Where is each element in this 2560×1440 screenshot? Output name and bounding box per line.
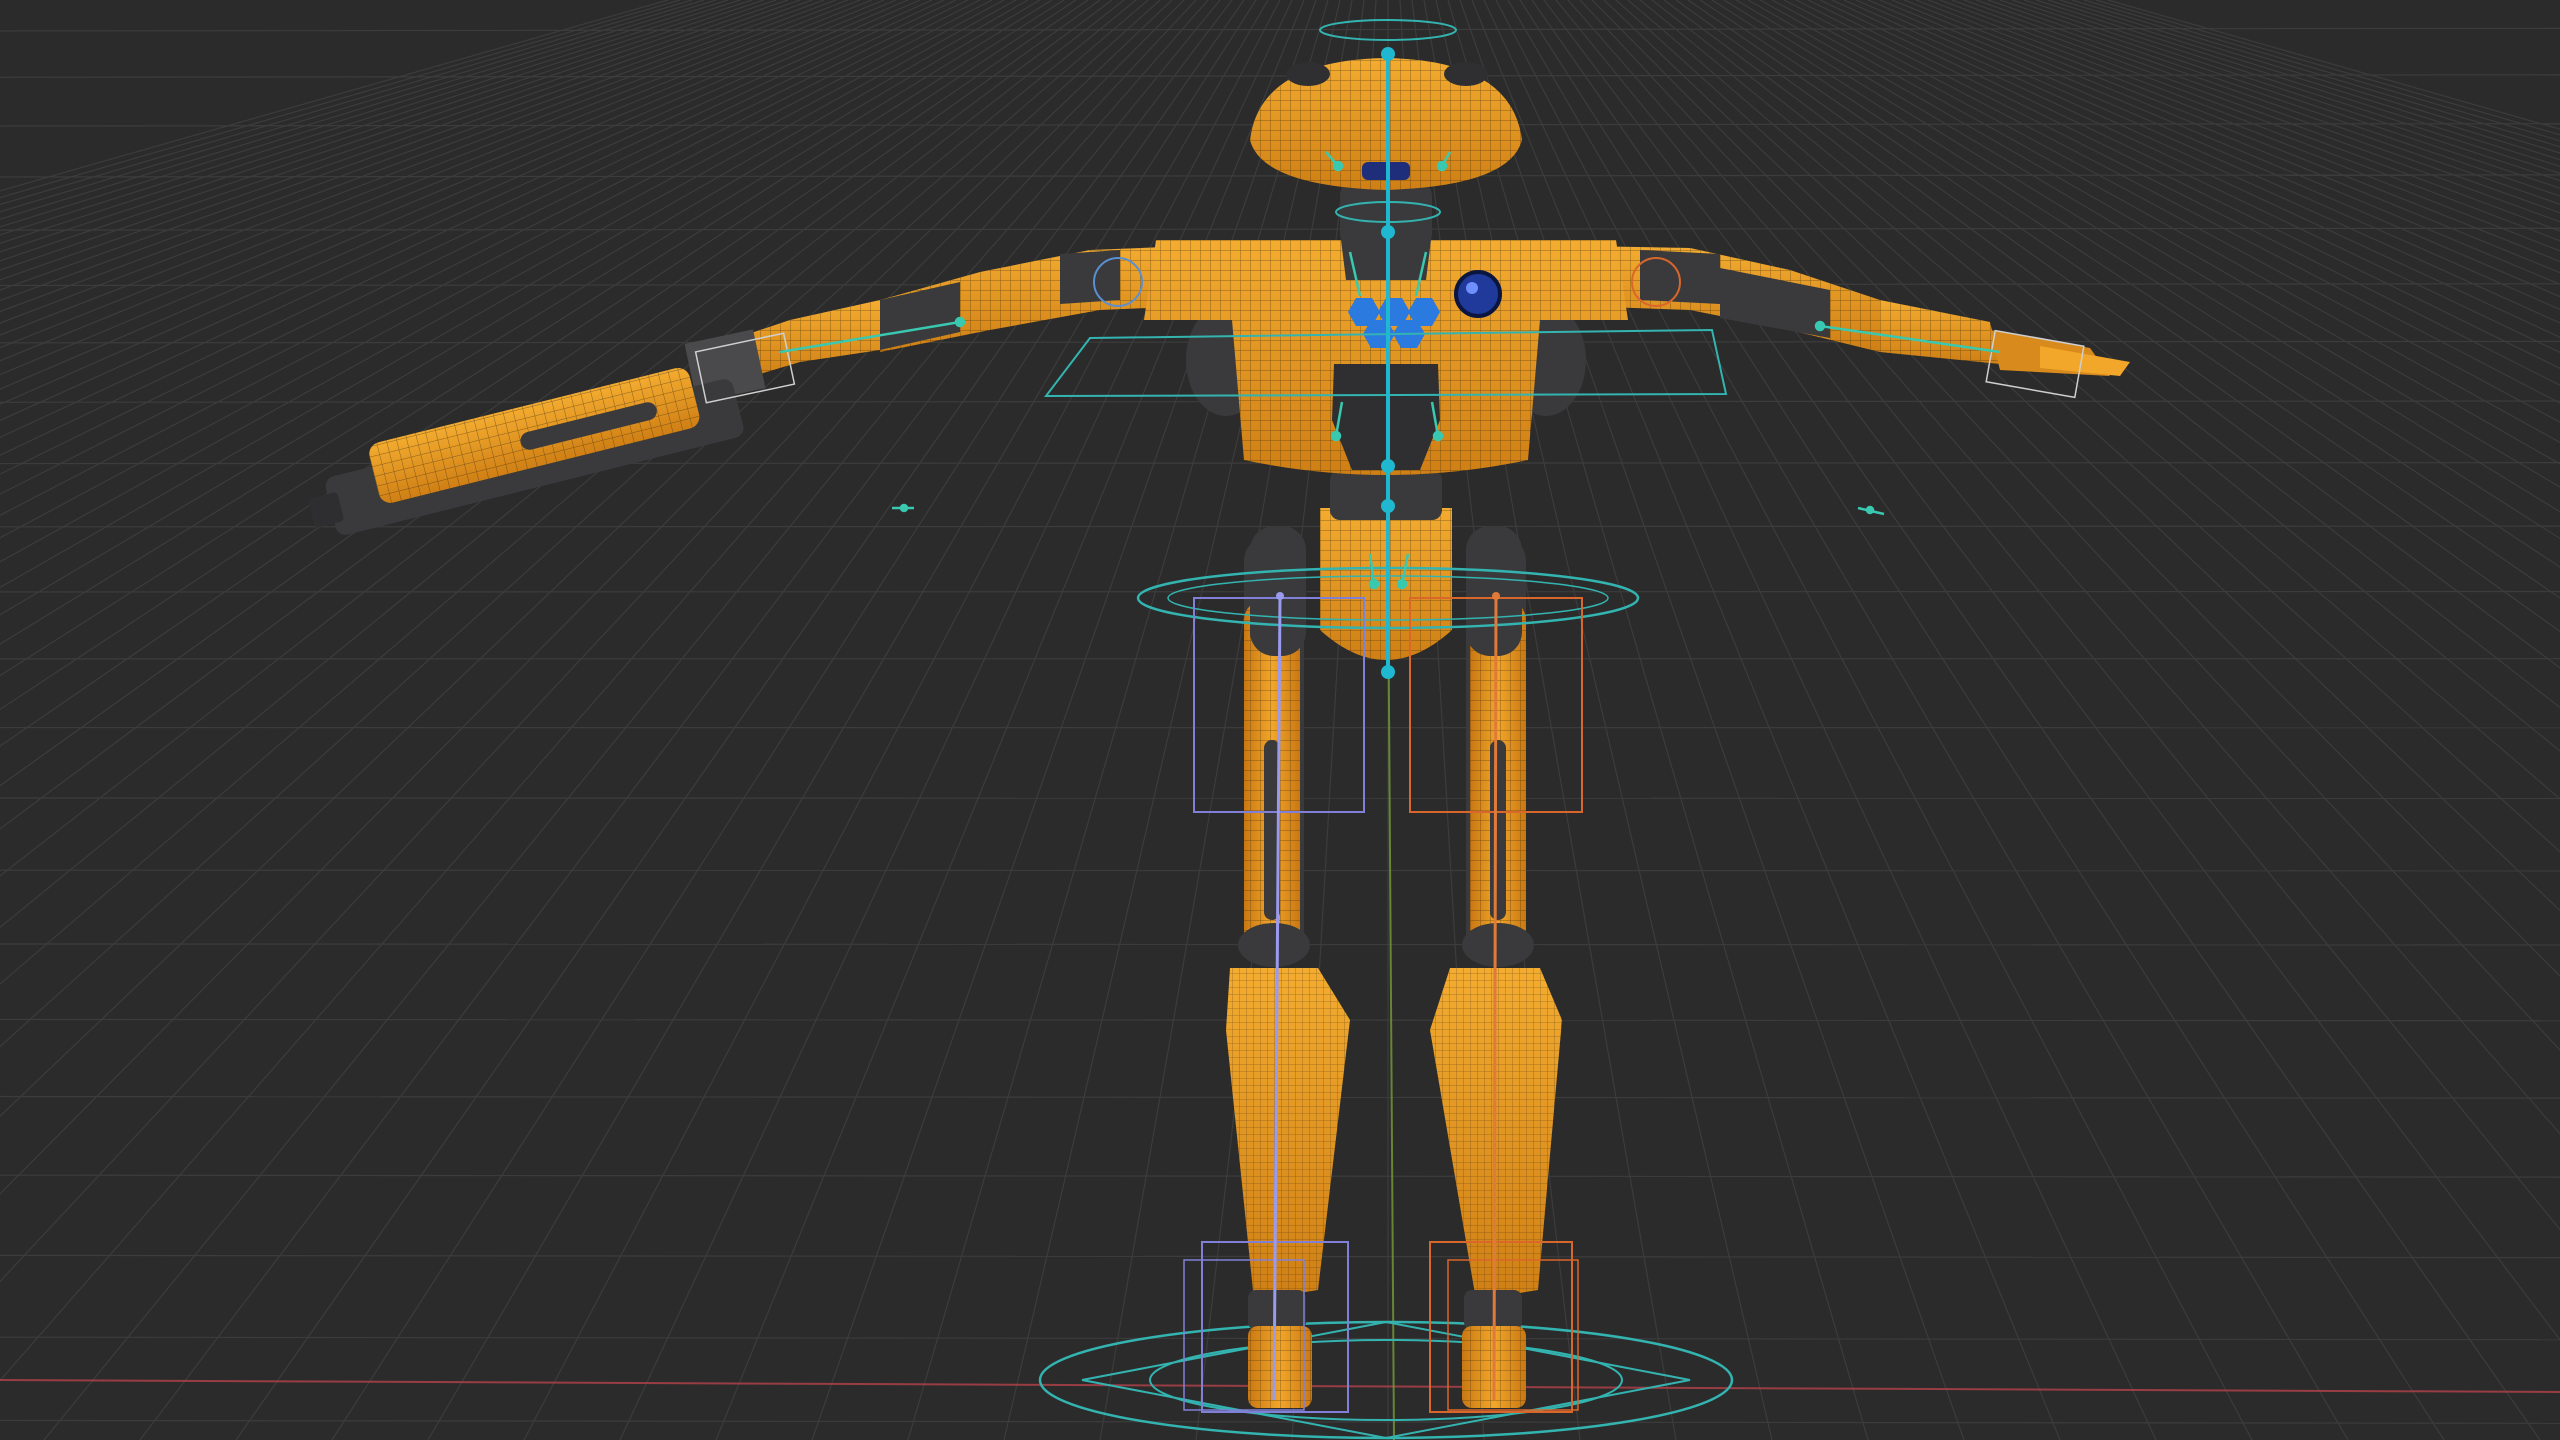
grid-line	[2071, 0, 2560, 148]
grid-line	[2023, 0, 2560, 174]
grid-line	[0, 0, 825, 302]
grid-line	[1687, 0, 2560, 599]
left-leg-mesh[interactable]	[1226, 538, 1350, 1408]
grid-line	[139, 0, 1233, 1440]
grid-line	[1699, 0, 2560, 568]
grid-line	[0, 0, 801, 281]
grid-line	[0, 1419, 2560, 1424]
grid-line	[2059, 0, 2560, 154]
grid-line	[1747, 0, 2560, 465]
grid-line	[0, 0, 1089, 747]
grid-line	[1735, 0, 2560, 488]
chest-light	[1454, 270, 1502, 318]
grid-line	[0, 0, 837, 313]
grid-line	[43, 0, 1221, 1440]
grid-line	[619, 0, 1293, 1440]
grid-line	[0, 0, 693, 206]
grid-line	[1891, 0, 2560, 274]
grid-line	[1651, 0, 2560, 709]
grid-line	[2011, 0, 2560, 182]
grid-line	[0, 0, 1137, 929]
grid-line	[0, 0, 1173, 1118]
z-axis-line	[1387, 559, 1395, 1440]
grid-line	[0, 0, 1161, 1048]
grid-line	[0, 0, 705, 213]
grid-line	[1567, 0, 2560, 1135]
grid-line	[0, 0, 921, 406]
grid-line	[0, 0, 789, 271]
grid-line	[0, 0, 753, 244]
grid-line	[0, 0, 1077, 711]
grid-line	[1999, 0, 2560, 189]
grid-line	[1915, 0, 2560, 252]
grid-line	[1603, 0, 2560, 912]
grid-line	[1783, 0, 2560, 404]
grid-line	[523, 0, 1281, 1440]
grid-line	[0, 0, 873, 349]
arm-cannon-mesh[interactable]	[299, 356, 746, 542]
grid-line	[1711, 0, 2560, 540]
3d-viewport[interactable]	[0, 0, 2560, 1440]
grid-line	[0, 0, 1149, 985]
grid-line	[715, 0, 1305, 1440]
grid-line	[0, 0, 1185, 1195]
grid-line	[1819, 0, 2560, 354]
grid-line	[0, 0, 1197, 1283]
grid-line	[0, 0, 993, 517]
root-control[interactable]	[1038, 1320, 1734, 1440]
grid-line	[0, 0, 669, 192]
grid-line	[0, 0, 945, 439]
grid-line	[811, 0, 1317, 1440]
grid-line	[1483, 0, 2157, 1440]
viewport-scene[interactable]	[0, 0, 2560, 1440]
grid-line	[0, 27, 2560, 32]
grid-line	[1843, 0, 2560, 324]
grid-line	[1855, 0, 2560, 311]
grid-line	[0, 0, 741, 236]
grid-line	[1507, 0, 2349, 1440]
grid-line	[1555, 0, 2560, 1231]
grid-line	[0, 0, 813, 291]
grid-line	[1675, 0, 2560, 633]
grid-line	[0, 0, 777, 262]
grid-line	[1927, 0, 2560, 242]
grid-line	[2095, 0, 2560, 136]
grid-line	[235, 0, 1245, 1440]
grid-line	[1471, 0, 2061, 1440]
grid-line	[0, 0, 1029, 589]
grid-line	[1495, 0, 2253, 1440]
grid-line	[0, 0, 933, 422]
grid-line	[1423, 0, 1677, 1440]
grid-line	[1831, 0, 2560, 338]
grid-line	[1771, 0, 2560, 423]
grid-line	[427, 0, 1269, 1440]
grid-line	[0, 0, 1041, 616]
grid-line	[0, 0, 1017, 563]
grid-line	[1663, 0, 2560, 669]
grid-line	[0, 0, 1101, 787]
grid-line	[1723, 0, 2560, 513]
grid-line	[1579, 0, 2560, 1051]
grid-line	[1531, 0, 2541, 1440]
